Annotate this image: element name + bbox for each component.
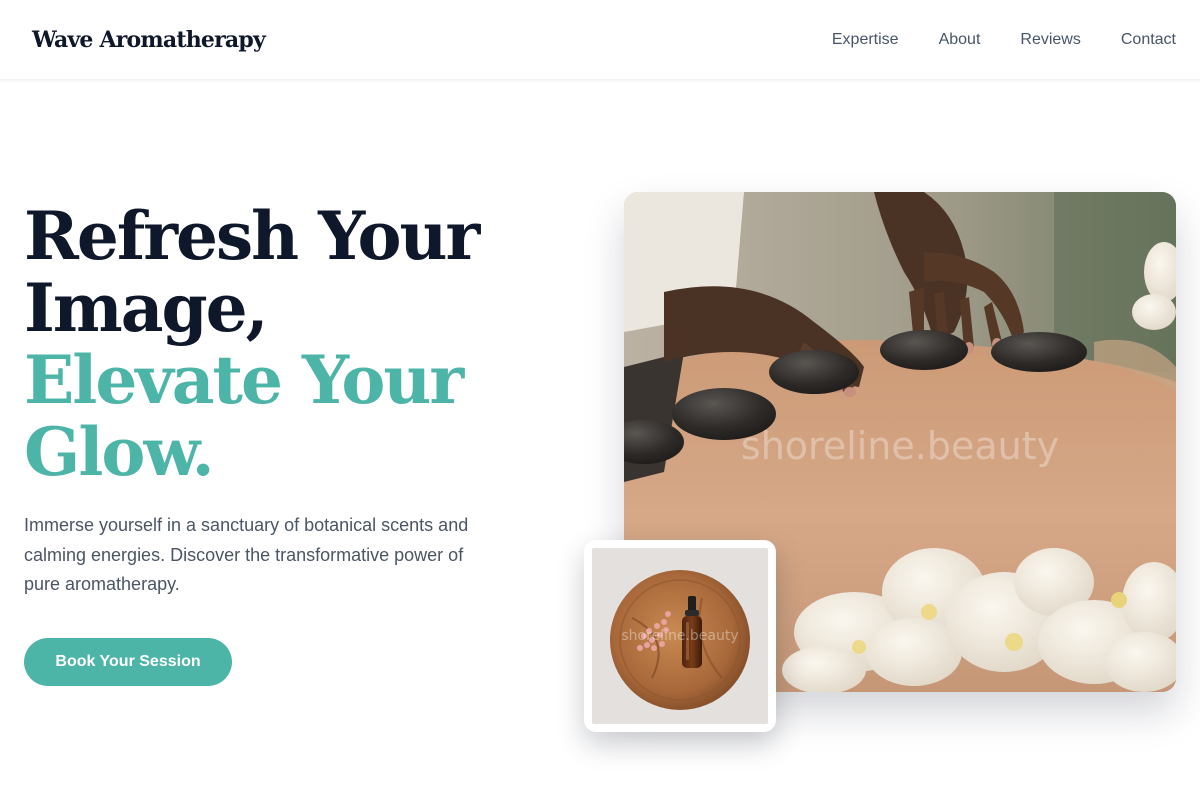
nav-link-reviews[interactable]: Reviews (1020, 31, 1080, 49)
hero-title-line-4: Glow. (24, 413, 215, 491)
book-session-button[interactable]: Book Your Session (24, 638, 232, 686)
oil-bottle-image: shoreline.beauty (592, 548, 768, 724)
site-header: Wave Aromatherapy Expertise About Review… (0, 0, 1200, 80)
nav-link-contact[interactable]: Contact (1121, 31, 1176, 49)
hero-description: Immerse yourself in a sanctuary of botan… (24, 515, 469, 594)
hero-title-line-3: Elevate Your (24, 341, 464, 419)
nav-link-about[interactable]: About (939, 31, 981, 49)
main-image-watermark: shoreline.beauty (740, 424, 1060, 468)
hero-title-line-2: Image, (24, 269, 269, 347)
oil-bottle-image-card: shoreline.beauty (584, 540, 776, 732)
main-nav: Expertise About Reviews Contact (832, 31, 1176, 49)
brand-logo[interactable]: Wave Aromatherapy (32, 27, 266, 53)
hero-title-line-1: Refresh Your (24, 197, 480, 275)
inset-image-watermark: shoreline.beauty (621, 628, 739, 644)
nav-link-expertise[interactable]: Expertise (832, 31, 899, 49)
hero-title: Refresh Your Image, Elevate Your Glow. (24, 197, 480, 491)
